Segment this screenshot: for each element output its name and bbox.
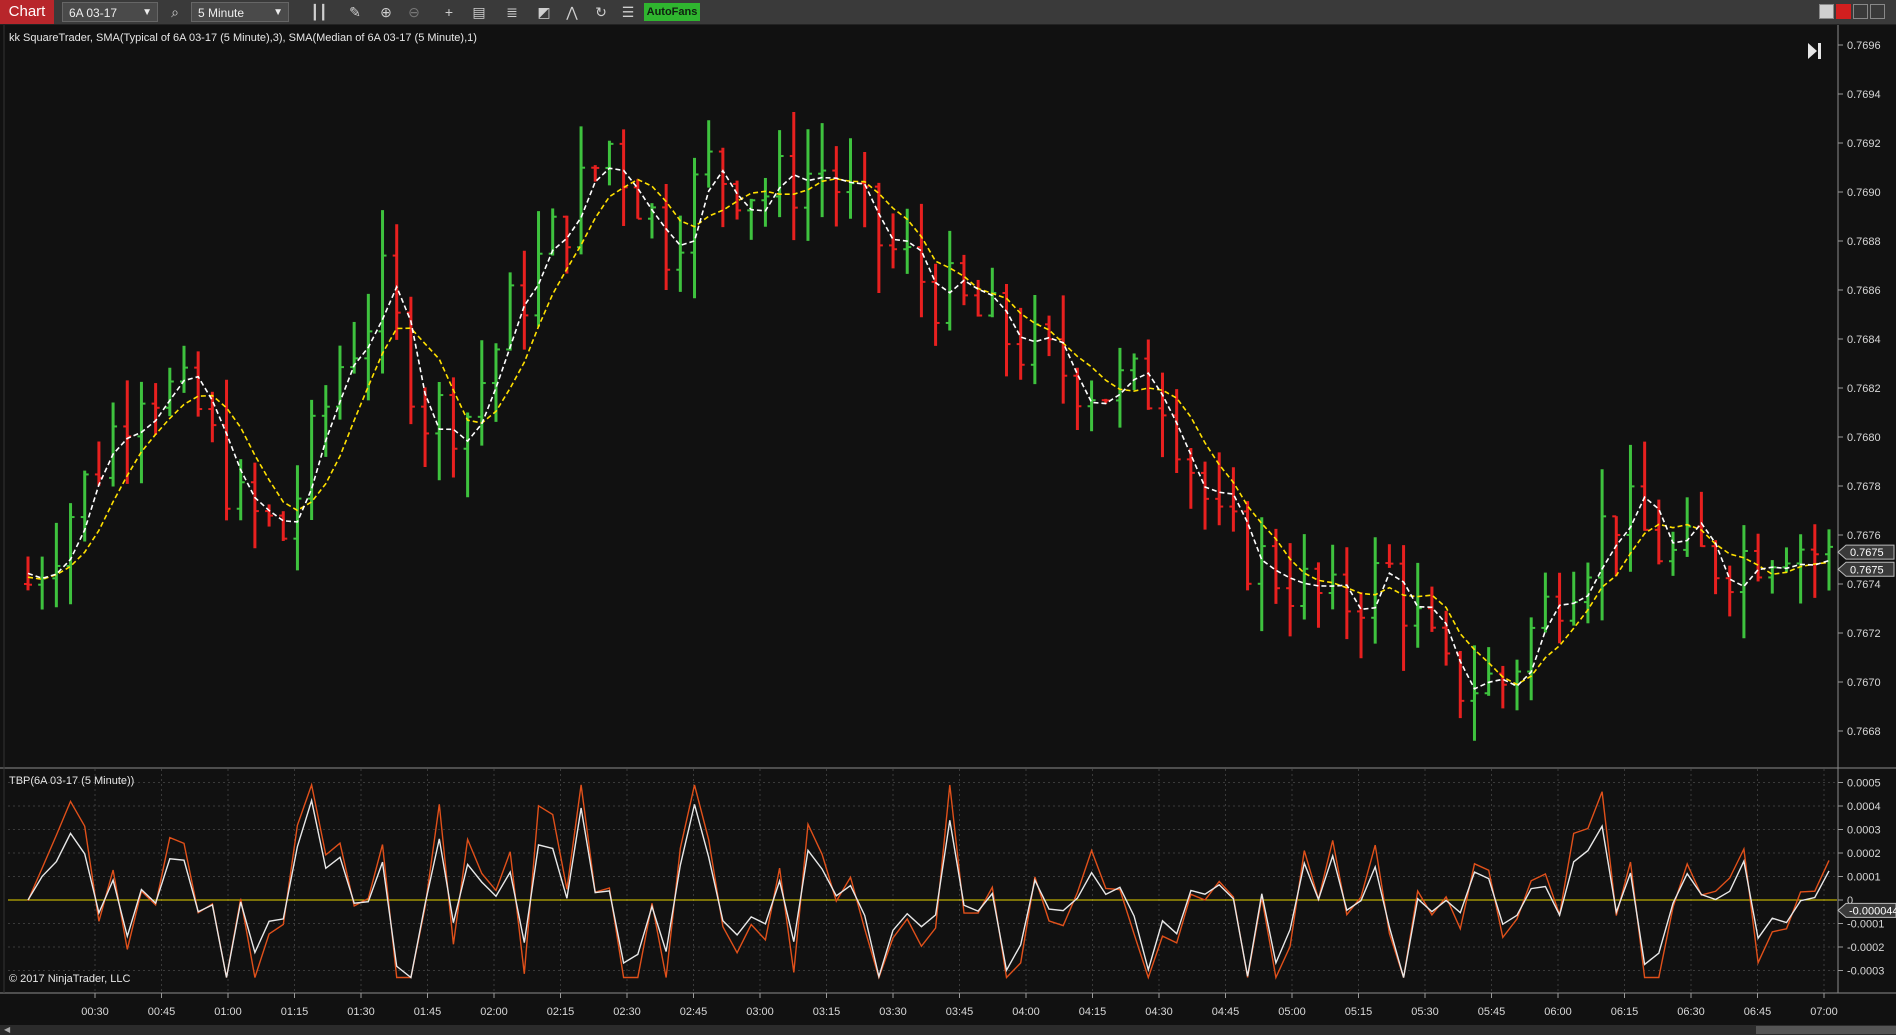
- copyright-text: © 2017 NinjaTrader, LLC: [9, 973, 130, 985]
- time-tick-label: 03:15: [813, 1006, 841, 1018]
- last-price-label: 0.7675: [1850, 547, 1884, 559]
- bar-type-icon[interactable]: ┃┃: [310, 3, 328, 21]
- interval-select[interactable]: 5 Minute ▼: [191, 2, 289, 22]
- price-tick-label: 0.7696: [1847, 40, 1881, 52]
- time-tick-label: 04:45: [1212, 1006, 1240, 1018]
- indicator-tick-label: 0.0003: [1847, 825, 1881, 837]
- price-tick-label: 0.7678: [1847, 481, 1881, 493]
- price-tick-label: 0.7694: [1847, 89, 1881, 101]
- price-tick-label: 0.7684: [1847, 334, 1881, 346]
- time-tick-label: 01:30: [347, 1006, 375, 1018]
- chevron-down-icon: ▼: [273, 7, 283, 18]
- properties-icon[interactable]: ☰: [619, 3, 637, 21]
- price-tick-label: 0.7686: [1847, 285, 1881, 297]
- chevron-down-icon: ▼: [142, 7, 152, 18]
- time-tick-label: 04:30: [1145, 1006, 1173, 1018]
- time-tick-label: 06:30: [1677, 1006, 1705, 1018]
- pencil-icon[interactable]: ✎: [346, 3, 364, 21]
- close-icon[interactable]: [1836, 4, 1851, 19]
- strategy-icon[interactable]: ⋀: [563, 3, 581, 21]
- chart-canvas[interactable]: 0.7696 0.7694 0.7692 0.7690 0.7688 0.7686 0.76…: [0, 25, 1896, 1025]
- chart-tab[interactable]: Chart: [0, 0, 54, 24]
- minimize-icon[interactable]: [1819, 4, 1834, 19]
- instrument-value: 6A 03-17: [69, 6, 118, 20]
- indicator-tick-label: -0.0002: [1847, 942, 1884, 954]
- data-box-icon[interactable]: ▤: [470, 3, 488, 21]
- price-tick-label: 0.7688: [1847, 236, 1881, 248]
- time-tick-label: 03:30: [879, 1006, 907, 1018]
- time-tick-label: 00:45: [148, 1006, 176, 1018]
- indicator-tick-label: 0.0004: [1847, 801, 1881, 813]
- indicator-tick-label: 0.0005: [1847, 778, 1881, 790]
- restore-icon[interactable]: [1870, 4, 1885, 19]
- indicator-tick-label: -0.0003: [1847, 966, 1884, 978]
- indicator-panel-title: TBP(6A 03-17 (5 Minute)): [9, 775, 134, 787]
- zoom-out-icon[interactable]: ⊖: [405, 3, 423, 21]
- time-tick-label: 01:15: [281, 1006, 309, 1018]
- interval-value: 5 Minute: [198, 6, 245, 20]
- indicator-tick-label: -0.0001: [1847, 919, 1884, 931]
- time-tick-label: 05:30: [1411, 1006, 1439, 1018]
- scrollbar-thumb[interactable]: [1756, 1026, 1896, 1034]
- price-tick-label: 0.7692: [1847, 138, 1881, 150]
- instrument-select[interactable]: 6A 03-17 ▼: [62, 2, 158, 22]
- scroll-left-icon[interactable]: ◀: [4, 1025, 10, 1035]
- last-price-label: 0.7675: [1850, 564, 1884, 576]
- price-tick-label: 0.7676: [1847, 530, 1881, 542]
- time-tick-label: 03:45: [946, 1006, 974, 1018]
- time-tick-label: 04:15: [1079, 1006, 1107, 1018]
- time-tick-label: 06:00: [1544, 1006, 1572, 1018]
- price-tick-label: 0.7690: [1847, 187, 1881, 199]
- price-tick-label: 0.7672: [1847, 628, 1881, 640]
- search-icon[interactable]: ⌕: [166, 3, 184, 21]
- price-tick-label: 0.7682: [1847, 383, 1881, 395]
- stack-icon[interactable]: ◩: [535, 3, 553, 21]
- indicator-last-label: -0.000044: [1849, 905, 1896, 917]
- chart-area[interactable]: 0.7696 0.7694 0.7692 0.7690 0.7688 0.7686 0.76…: [0, 25, 1896, 1025]
- time-tick-label: 06:15: [1611, 1006, 1639, 1018]
- price-panel-title: kk SquareTrader, SMA(Typical of 6A 03-17…: [9, 32, 477, 44]
- chart-trader-icon[interactable]: ≣: [503, 3, 521, 21]
- time-tick-label: 07:00: [1810, 1006, 1838, 1018]
- indicator-tick-label: 0.0002: [1847, 848, 1881, 860]
- time-tick-label: 05:45: [1478, 1006, 1506, 1018]
- time-tick-label: 01:45: [414, 1006, 442, 1018]
- time-tick-label: 02:15: [547, 1006, 575, 1018]
- time-tick-label: 00:30: [81, 1006, 109, 1018]
- time-tick-label: 05:15: [1345, 1006, 1373, 1018]
- toolbar: Chart 6A 03-17 ▼ ⌕ 5 Minute ▼ ┃┃ ✎ ⊕ ⊖ +…: [0, 0, 1896, 25]
- time-tick-label: 05:00: [1278, 1006, 1306, 1018]
- horizontal-scrollbar[interactable]: ◀: [0, 1025, 1896, 1035]
- time-tick-label: 04:00: [1012, 1006, 1040, 1018]
- zoom-in-icon[interactable]: ⊕: [377, 3, 395, 21]
- time-tick-label: 02:30: [613, 1006, 641, 1018]
- autofans-button[interactable]: AutoFans: [644, 3, 700, 21]
- crosshair-icon[interactable]: +: [440, 3, 458, 21]
- maximize-icon[interactable]: [1853, 4, 1868, 19]
- time-tick-label: 03:00: [746, 1006, 774, 1018]
- indicator-tick-label: 0.0001: [1847, 872, 1881, 884]
- price-tick-label: 0.7670: [1847, 677, 1881, 689]
- time-tick-label: 02:00: [480, 1006, 508, 1018]
- price-tick-label: 0.7668: [1847, 726, 1881, 738]
- time-tick-label: 02:45: [680, 1006, 708, 1018]
- price-tick-label: 0.7680: [1847, 432, 1881, 444]
- time-tick-label: 06:45: [1744, 1006, 1772, 1018]
- refresh-icon[interactable]: ↻: [592, 3, 610, 21]
- price-tick-label: 0.7674: [1847, 579, 1881, 591]
- time-tick-label: 01:00: [214, 1006, 242, 1018]
